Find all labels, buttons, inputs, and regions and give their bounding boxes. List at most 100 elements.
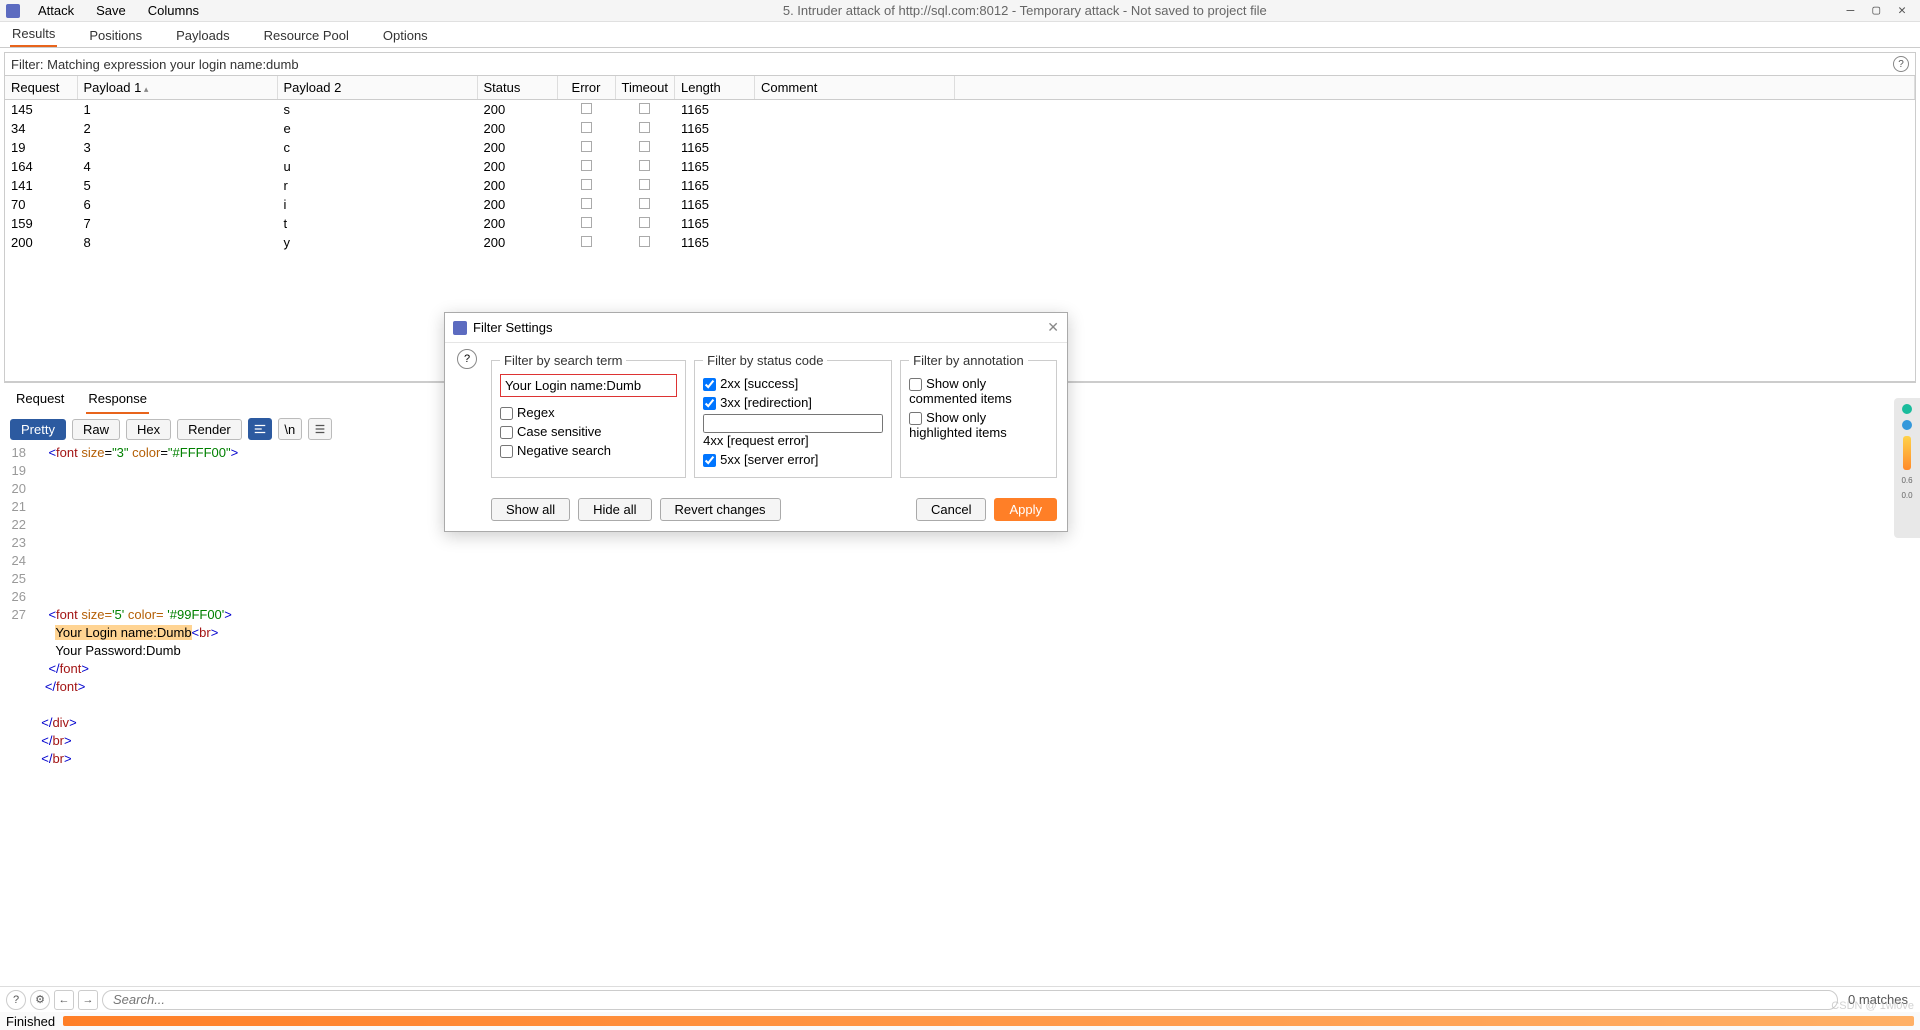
table-row[interactable]: 1597t2001165 [5,214,1915,233]
timeout-checkbox [639,179,650,190]
timeout-checkbox [639,217,650,228]
col-request[interactable]: Request [5,76,77,100]
search-input[interactable] [102,990,1838,1010]
regex-checkbox-label[interactable]: Regex [500,403,555,422]
results-table[interactable]: Request Payload 1 Payload 2 Status Error… [5,76,1915,252]
attr: size [78,445,105,460]
view-raw-button[interactable]: Raw [72,419,120,440]
menu-columns[interactable]: Columns [144,1,203,20]
timeout-checkbox [639,141,650,152]
search-prev-icon[interactable]: ← [54,990,74,1010]
filter-bar[interactable]: Filter: Matching expression your login n… [4,52,1916,76]
tab-positions[interactable]: Positions [87,24,144,47]
error-checkbox [581,179,592,190]
error-checkbox [581,122,592,133]
col-error[interactable]: Error [557,76,615,100]
window-title: 5. Intruder attack of http://sql.com:801… [203,3,1846,18]
app-icon [6,4,20,18]
dialog-app-icon [453,321,467,335]
hide-all-button[interactable]: Hide all [578,498,651,521]
attack-tabs: Results Positions Payloads Resource Pool… [0,22,1920,48]
filter-help-icon[interactable]: ? [1893,56,1909,72]
side-gadget[interactable]: 0.6 0.0 [1894,398,1920,538]
view-render-button[interactable]: Render [177,419,242,440]
case-checkbox[interactable] [500,426,513,439]
show-all-button[interactable]: Show all [491,498,570,521]
cancel-button[interactable]: Cancel [916,498,986,521]
gadget-dot-green [1902,404,1912,414]
hamburger-icon[interactable] [308,418,332,440]
lower-tab-response[interactable]: Response [86,389,149,414]
error-checkbox [581,198,592,209]
revert-changes-button[interactable]: Revert changes [660,498,781,521]
tab-options[interactable]: Options [381,24,430,47]
filter-annotation-group: Filter by annotation Show only commented… [900,353,1057,478]
view-hex-button[interactable]: Hex [126,419,171,440]
status-4xx-checkbox[interactable]: 4xx [request error] [703,412,883,450]
negative-checkbox[interactable] [500,445,513,458]
table-row[interactable]: 342e2001165 [5,119,1915,138]
filter-search-input[interactable] [500,374,677,397]
progress-bar [63,1016,1914,1026]
filter-annotation-legend: Filter by annotation [909,353,1028,368]
dialog-title-text: Filter Settings [473,320,552,335]
timeout-checkbox [639,198,650,209]
tab-payloads[interactable]: Payloads [174,24,231,47]
error-checkbox [581,103,592,114]
lower-tab-request[interactable]: Request [14,389,66,414]
filter-text: Filter: Matching expression your login n… [11,57,299,72]
filter-status-group: Filter by status code 2xx [success] 3xx … [694,353,892,478]
status-3xx-checkbox[interactable]: 3xx [redirection] [703,393,883,412]
regex-checkbox[interactable] [500,407,513,420]
status-2xx-checkbox[interactable]: 2xx [success] [703,374,883,393]
annot-commented-checkbox[interactable]: Show only commented items [909,374,1048,408]
apply-button[interactable]: Apply [994,498,1057,521]
status-5xx-checkbox[interactable]: 5xx [server error] [703,450,883,469]
timeout-checkbox [639,236,650,247]
toggle-layout-icon[interactable] [248,418,272,440]
maximize-icon[interactable]: ▢ [1872,3,1880,18]
error-checkbox [581,236,592,247]
col-payload2[interactable]: Payload 2 [277,76,477,100]
menu-save[interactable]: Save [92,1,130,20]
filter-search-legend: Filter by search term [500,353,626,368]
error-checkbox [581,160,592,171]
col-length[interactable]: Length [674,76,754,100]
negative-checkbox-label[interactable]: Negative search [500,441,611,460]
error-checkbox [581,217,592,228]
gadget-val1: 0.6 [1901,476,1912,485]
timeout-checkbox [639,122,650,133]
col-payload1[interactable]: Payload 1 [77,76,277,100]
col-comment[interactable]: Comment [754,76,954,100]
status-bar: Finished [0,1012,1920,1030]
tab-resource-pool[interactable]: Resource Pool [262,24,351,47]
minimize-icon[interactable]: — [1847,3,1855,18]
highlighted-match: Your Login name:Dumb [55,625,191,640]
view-pretty-button[interactable]: Pretty [10,419,66,440]
table-row[interactable]: 2008y2001165 [5,233,1915,252]
dialog-titlebar: Filter Settings ✕ [445,313,1067,343]
wrap-lines-icon[interactable]: \n [278,418,302,440]
case-checkbox-label[interactable]: Case sensitive [500,422,602,441]
annot-highlighted-checkbox[interactable]: Show only highlighted items [909,408,1048,442]
tab-results[interactable]: Results [10,22,57,47]
menu-attack[interactable]: Attack [34,1,78,20]
table-row[interactable]: 1644u2001165 [5,157,1915,176]
col-status[interactable]: Status [477,76,557,100]
table-row[interactable]: 1451s2001165 [5,100,1915,120]
table-row[interactable]: 1415r2001165 [5,176,1915,195]
gear-icon[interactable]: ⚙ [30,990,50,1010]
table-row[interactable]: 706i2001165 [5,195,1915,214]
search-next-icon[interactable]: → [78,990,98,1010]
table-row[interactable]: 193c2001165 [5,138,1915,157]
timeout-checkbox [639,160,650,171]
help-icon[interactable]: ? [6,990,26,1010]
gadget-val2: 0.0 [1901,491,1912,500]
tag-name: font [56,445,78,460]
close-icon[interactable]: ✕ [1898,3,1906,18]
dialog-close-icon[interactable]: ✕ [1047,319,1059,336]
watermark: CSDN @ 1wl0ve [1831,1000,1914,1012]
dialog-help-icon[interactable]: ? [457,349,477,369]
titlebar: Attack Save Columns 5. Intruder attack o… [0,0,1920,22]
col-timeout[interactable]: Timeout [615,76,674,100]
